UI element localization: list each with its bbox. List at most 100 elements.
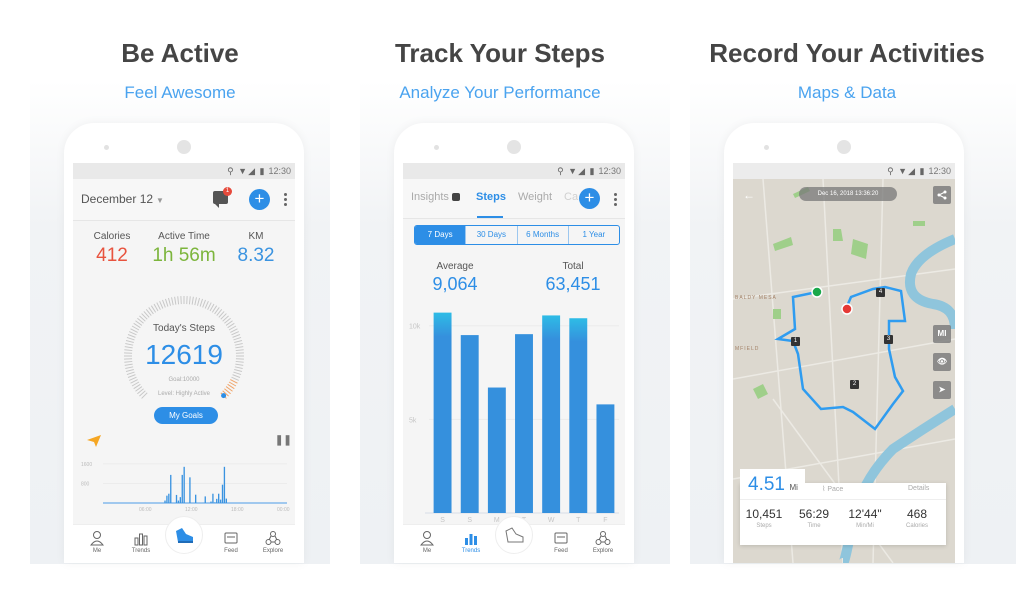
- pace-tab-label: Pace: [827, 486, 844, 493]
- x-tick-label: 00:00: [277, 507, 290, 513]
- details-tab[interactable]: Details: [908, 485, 929, 492]
- tab-weight[interactable]: Weight: [518, 191, 552, 203]
- panel-subline: Analyze Your Performance: [399, 83, 601, 102]
- summary-value: 12'44": [848, 507, 882, 521]
- average-value: 9,064: [432, 274, 478, 294]
- stat-value: 1h 56m: [152, 245, 216, 266]
- phone-camera: [837, 140, 851, 154]
- add-button[interactable]: +: [249, 189, 270, 210]
- summary-pace: 12'44" Min/Mi: [843, 507, 887, 529]
- share-button[interactable]: [933, 186, 951, 204]
- panel-headline: Record Your Activities: [709, 38, 985, 68]
- nav-activity-button[interactable]: [495, 516, 533, 554]
- person-icon: [419, 531, 435, 546]
- nav-trends[interactable]: Trends: [123, 525, 159, 554]
- panel-be-active: Be Active Feel Awesome ⚲ ▼◢ ▮ 12:30 Decem…: [0, 0, 360, 604]
- hour-bar: [177, 500, 180, 503]
- nav-label: Feed: [224, 548, 238, 554]
- phone-sensor: [104, 145, 109, 150]
- panel-headline: Track Your Steps: [394, 38, 606, 68]
- nav-feed[interactable]: Feed: [543, 525, 579, 554]
- hour-bar: [225, 498, 228, 503]
- gauge-tick: [127, 334, 136, 338]
- send-icon[interactable]: [87, 435, 101, 447]
- locate-button[interactable]: ➤: [933, 381, 951, 399]
- x-tick-label: W: [548, 517, 555, 524]
- stat-label: KM: [248, 231, 264, 242]
- tab-steps[interactable]: Steps: [476, 191, 506, 203]
- gauge-tick: [167, 297, 172, 306]
- tab-insights[interactable]: Insights: [411, 191, 460, 203]
- hour-bar: [214, 502, 216, 503]
- my-goals-button[interactable]: My Goals: [154, 407, 218, 424]
- hour-bar: [195, 494, 197, 503]
- nav-label: Trends: [461, 548, 481, 554]
- more-options-icon[interactable]: [613, 191, 617, 208]
- phone-frame: ⚲ ▼◢ ▮ 12:30 December 12 ▼ 1 + Calories 41…: [64, 123, 304, 563]
- today-steps-label: Today's Steps: [153, 323, 215, 334]
- add-button[interactable]: +: [579, 188, 600, 209]
- pace-tab[interactable]: ⌇ Pace: [822, 485, 843, 493]
- gauge-tick: [233, 371, 242, 376]
- gauge-tick: [191, 296, 194, 305]
- x-tick-label: S: [440, 517, 445, 524]
- panel-headline: Be Active: [121, 38, 239, 68]
- nav-activity-button[interactable]: [165, 516, 203, 554]
- gauge-tick: [194, 297, 197, 306]
- nav-me[interactable]: Me: [409, 525, 445, 554]
- nav-label: Trends: [131, 548, 151, 554]
- nav-label: Me: [92, 548, 102, 554]
- x-tick-label: S: [467, 517, 472, 524]
- active-tab-indicator: [477, 216, 503, 218]
- panel-track-steps: Track Your Steps Analyze Your Performanc…: [330, 0, 700, 604]
- nav-me[interactable]: Me: [79, 525, 115, 554]
- nav-label: Feed: [554, 548, 568, 554]
- hour-bar: [210, 501, 212, 503]
- range-30-days[interactable]: 30 Days: [466, 226, 518, 244]
- summary-value: 10,451: [745, 507, 783, 521]
- activity-timestamp: Dec 16, 2018 13:36:20: [799, 187, 897, 201]
- explore-icon: [595, 531, 611, 545]
- hour-bar: [189, 477, 191, 503]
- weekly-steps-chart: 10k5kSSMTWTF: [409, 312, 619, 524]
- end-marker: [841, 303, 853, 315]
- summary-calories: 468 Calories: [895, 507, 939, 529]
- x-tick-label: 06:00: [139, 507, 152, 513]
- pace-chart-icon: ⌇: [822, 486, 826, 493]
- hour-bar: [219, 499, 222, 503]
- units-toggle-button[interactable]: MI: [933, 325, 951, 343]
- distance-value: 4.51: [748, 474, 785, 495]
- average-label: Average: [436, 261, 474, 272]
- pause-icon[interactable]: ❚❚: [275, 435, 292, 446]
- hourly-steps-chart: 1600 800 06:00 12:00 18:00 00:00: [81, 462, 290, 513]
- view-toggle-button[interactable]: 👁: [933, 353, 951, 371]
- range-1-year[interactable]: 1 Year: [569, 226, 619, 244]
- gauge-tick: [156, 302, 161, 310]
- gauge-tick: [199, 298, 204, 307]
- stat-km: KM 8.32: [221, 231, 291, 267]
- summary-value: 56:29: [798, 507, 830, 521]
- range-6-months[interactable]: 6 Months: [518, 226, 569, 244]
- panel-subline: Maps & Data: [797, 83, 897, 102]
- status-time: 12:30: [598, 166, 621, 176]
- map-label-mfield: MFIELD: [735, 346, 760, 352]
- x-tick-label: 18:00: [231, 507, 244, 513]
- stat-label: Calories: [93, 231, 131, 242]
- status-time: 12:30: [928, 166, 951, 176]
- nav-explore[interactable]: Explore: [255, 525, 291, 554]
- date-selector[interactable]: December 12 ▼: [81, 192, 164, 206]
- more-options-icon[interactable]: [283, 191, 287, 208]
- today-steps-value: 12619: [145, 339, 223, 370]
- tab-calories[interactable]: Ca: [564, 191, 578, 203]
- gauge-tick: [232, 334, 241, 338]
- hour-bar: [204, 496, 206, 503]
- day-bar: [542, 315, 561, 513]
- nav-trends[interactable]: Trends: [453, 525, 489, 554]
- nav-feed[interactable]: Feed: [213, 525, 249, 554]
- nav-explore[interactable]: Explore: [585, 525, 621, 554]
- back-arrow-icon[interactable]: ←: [743, 188, 755, 202]
- phone-frame: BALDY MESA MFIELD 1 2 3 4 ⚲ ▼◢ ▮ 12:30 ← …: [724, 123, 964, 563]
- map-label-baldy-mesa: BALDY MESA: [735, 295, 777, 301]
- range-7-days[interactable]: 7 Days: [415, 226, 467, 244]
- x-tick-label: 12:00: [185, 507, 198, 513]
